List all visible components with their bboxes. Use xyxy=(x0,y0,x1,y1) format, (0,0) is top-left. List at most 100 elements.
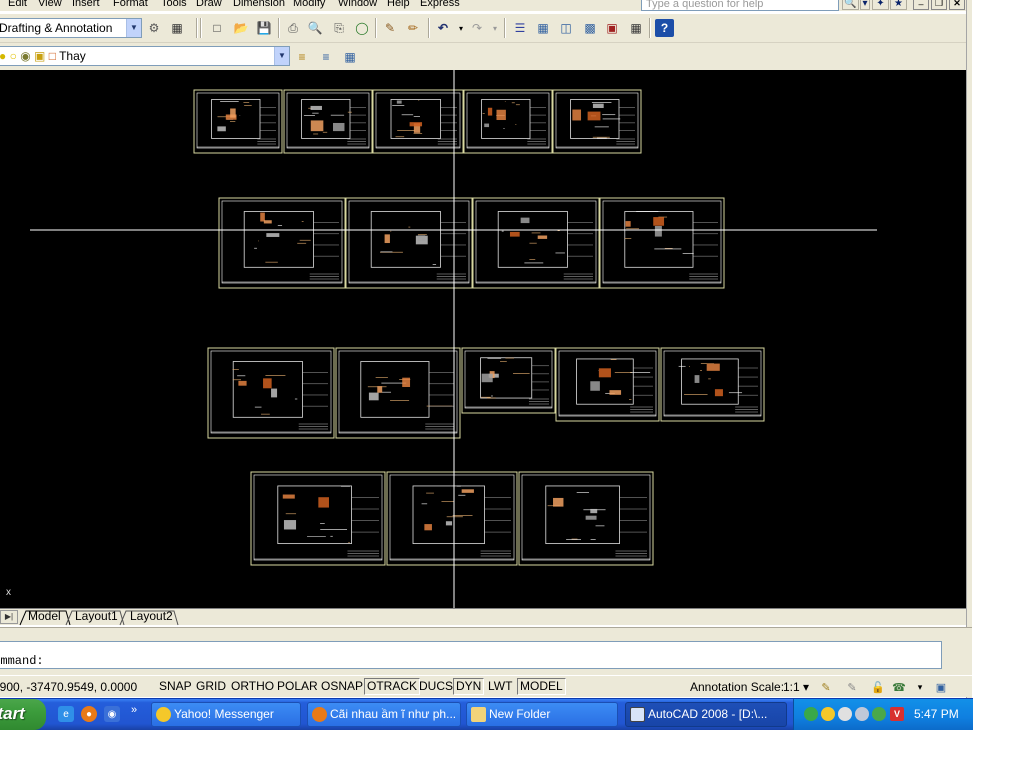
my-workspace-icon[interactable]: ▦ xyxy=(168,19,186,37)
start-button[interactable]: start xyxy=(0,699,46,730)
messenger-tray-icon[interactable] xyxy=(838,707,852,721)
task-label: AutoCAD 2008 - [D:\... xyxy=(648,707,768,721)
update-tray-icon[interactable] xyxy=(872,707,886,721)
lwt-toggle[interactable]: LWT xyxy=(485,678,515,695)
model-toggle[interactable]: MODEL xyxy=(517,678,566,695)
restore-drawing-button[interactable]: ❐ xyxy=(931,0,947,10)
annotation-scale-label: Annotation Scale: xyxy=(690,680,785,694)
ducs-toggle[interactable]: DUCS xyxy=(416,678,456,695)
lock-icon: ▣ xyxy=(34,49,46,63)
publish-icon[interactable]: ⎘ xyxy=(330,19,348,37)
plot-preview-icon[interactable]: 🔍 xyxy=(306,19,324,37)
menu-insert[interactable]: Insert xyxy=(72,0,100,9)
close-drawing-button[interactable]: ✕ xyxy=(949,0,965,10)
redo-dropdown-icon[interactable]: ▾ xyxy=(486,19,504,37)
annotation-visibility-icon[interactable]: ✎ xyxy=(818,679,834,695)
quickcalc-icon[interactable]: ▦ xyxy=(627,19,645,37)
minimize-drawing-button[interactable]: – xyxy=(913,0,929,10)
block-editor-icon[interactable]: ✏ xyxy=(404,19,422,37)
vietkey-tray-icon[interactable]: V xyxy=(890,707,904,721)
ortho-toggle[interactable]: ORTHO xyxy=(228,678,277,695)
layer-previous-icon[interactable]: ≡ xyxy=(317,48,335,66)
snap-toggle[interactable]: SNAP xyxy=(156,678,195,695)
task-yahoo-messenger[interactable]: Yahoo! Messenger xyxy=(151,702,301,727)
save-icon[interactable]: 💾 xyxy=(255,19,273,37)
dyn-toggle[interactable]: DYN xyxy=(453,678,485,695)
menu-draw[interactable]: Draw xyxy=(196,0,222,9)
design-center-icon[interactable]: ◫ xyxy=(557,19,575,37)
menu-help[interactable]: Help xyxy=(387,0,410,9)
match-properties-icon[interactable]: ✎ xyxy=(381,19,399,37)
internet-explorer-icon[interactable]: e xyxy=(58,706,74,722)
layer-states-icon[interactable]: ▦ xyxy=(341,48,359,66)
workspace-select[interactable]: Drafting & Annotation ▼ xyxy=(0,18,142,38)
open-icon[interactable]: 📂 xyxy=(232,19,250,37)
network-tray-icon[interactable] xyxy=(804,707,818,721)
layer-select[interactable]: ● ○ ◉ ▣ □ Thay ▼ xyxy=(0,46,290,66)
vertical-scrollbar[interactable] xyxy=(966,0,972,700)
undo-icon[interactable]: ↶ xyxy=(434,19,452,37)
communication-center-icon[interactable]: ✦ xyxy=(872,0,889,10)
menu-express[interactable]: Express xyxy=(420,0,460,9)
standard-toolbar: Drafting & Annotation ▼ ⚙ ▦ □ 📂 💾 ⎙ 🔍 ⎘ … xyxy=(0,14,966,43)
menu-edit[interactable]: Edit xyxy=(8,0,27,9)
model-space-drawing xyxy=(30,70,877,608)
unikey-tray-icon[interactable] xyxy=(855,707,869,721)
menu-view[interactable]: View xyxy=(38,0,62,9)
drawing-canvas[interactable]: x xyxy=(0,70,966,608)
status-menu-arrow-icon[interactable]: ▾ xyxy=(912,679,928,695)
3d-dwf-icon[interactable]: ◯ xyxy=(353,19,371,37)
pan-realtime-icon[interactable]: ☰ xyxy=(511,19,529,37)
plot-icon[interactable]: ⎙ xyxy=(284,19,302,37)
command-prompt: Command: xyxy=(0,654,44,668)
menu-tools[interactable]: Tools xyxy=(161,0,187,9)
otrack-toggle[interactable]: OTRACK xyxy=(364,678,421,695)
auto-scale-icon[interactable]: ✎ xyxy=(844,679,860,695)
help-icon[interactable]: ? xyxy=(655,19,674,37)
toolbar-separator xyxy=(196,18,198,38)
make-current-layer-icon[interactable]: ≡ xyxy=(293,48,311,66)
viewport-freeze-icon: ◉ xyxy=(20,49,31,63)
ucs-icon-label: x xyxy=(6,587,11,598)
annotation-scale-select[interactable]: 1:1 ▾ xyxy=(783,680,809,694)
system-tray: V 5:47 PM xyxy=(793,699,973,730)
quicklaunch-expand-icon[interactable]: » xyxy=(131,704,137,716)
folder-icon xyxy=(471,707,486,722)
task-autocad[interactable]: AutoCAD 2008 - [D:\... xyxy=(625,702,787,727)
yahoo-tray-icon[interactable] xyxy=(821,707,835,721)
quicklaunch-app-icon[interactable]: ◉ xyxy=(104,706,120,722)
command-window: Command: xyxy=(0,627,972,675)
task-new-folder[interactable]: New Folder xyxy=(466,702,618,727)
yahoo-smiley-icon xyxy=(156,707,171,722)
clean-screen-icon[interactable]: ▣ xyxy=(933,679,949,695)
tool-palettes-icon[interactable]: ▩ xyxy=(581,19,599,37)
dropdown-arrow-icon[interactable]: ▾ xyxy=(860,0,870,10)
menu-format[interactable]: Format xyxy=(113,0,148,9)
workspace-settings-icon[interactable]: ⚙ xyxy=(145,19,163,37)
polar-toggle[interactable]: POLAR xyxy=(274,678,321,695)
task-label: Yahoo! Messenger xyxy=(174,707,274,721)
layer-color-swatch-icon: □ xyxy=(48,49,56,63)
search-icon[interactable]: 🔍 xyxy=(842,0,859,10)
help-search-input[interactable]: Type a question for help xyxy=(641,0,839,11)
communication-icon[interactable]: ☎ xyxy=(891,679,907,695)
firefox-icon[interactable]: ● xyxy=(81,706,97,722)
clock: 5:47 PM xyxy=(914,707,959,721)
coordinate-readout[interactable]: 3900, -37470.9549, 0.0000 xyxy=(0,680,137,694)
redo-icon[interactable]: ↷ xyxy=(468,19,486,37)
tab-dividers xyxy=(19,610,179,626)
favorites-star-icon[interactable]: ★ xyxy=(890,0,907,10)
status-bar: 3900, -37470.9549, 0.0000 SNAP GRID ORTH… xyxy=(0,675,972,697)
properties-icon[interactable]: ▦ xyxy=(534,19,552,37)
sheet-set-manager-icon[interactable]: ▣ xyxy=(603,19,621,37)
task-firefox-window[interactable]: Cãi nhau ầm ĩ như ph... xyxy=(307,702,461,727)
grid-toggle[interactable]: GRID xyxy=(193,678,229,695)
menu-dimension[interactable]: Dimension xyxy=(233,0,285,9)
osnap-toggle[interactable]: OSNAP xyxy=(318,678,366,695)
new-icon[interactable]: □ xyxy=(208,19,226,37)
command-line-input[interactable]: Command: xyxy=(0,641,942,669)
toolbar-lock-icon[interactable]: 🔓 xyxy=(870,679,886,695)
lightbulb-icon: ● xyxy=(0,49,6,63)
menu-window[interactable]: Window xyxy=(338,0,377,9)
menu-modify[interactable]: Modify xyxy=(293,0,325,9)
